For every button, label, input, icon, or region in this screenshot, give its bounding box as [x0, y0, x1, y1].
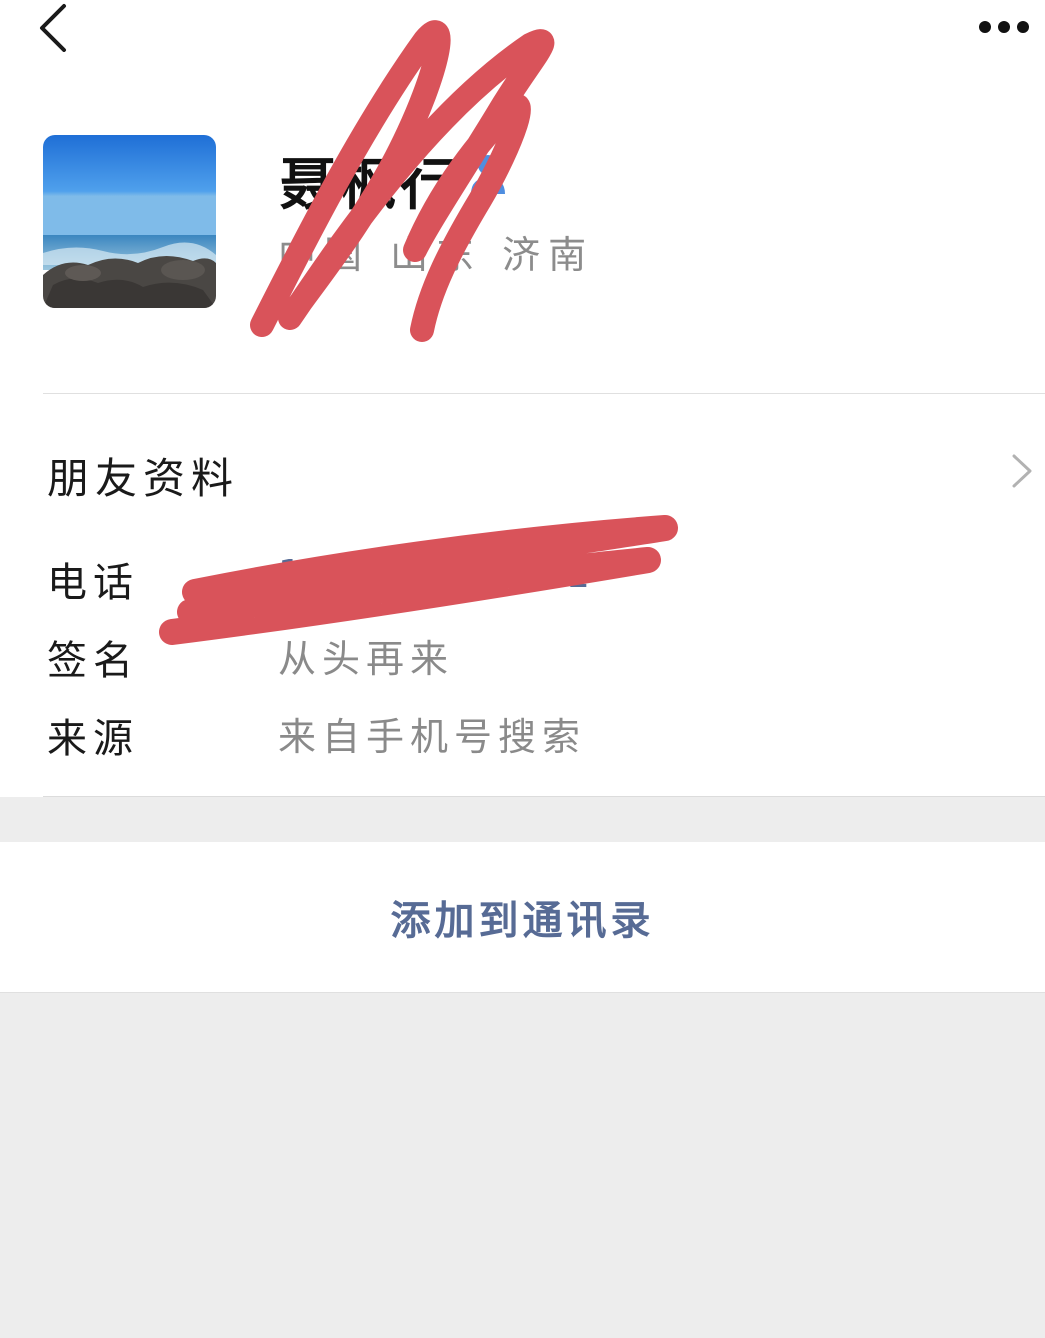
source-value: 来自手机号搜索 [278, 715, 587, 759]
avatar[interactable] [43, 135, 216, 308]
divider [43, 393, 1045, 394]
profile-panel: 聂枫行 中国 山东 济南 朋友资料 电话 17••••••••1 签名 从头再来… [0, 0, 1045, 797]
more-dots-icon [979, 21, 1029, 33]
chevron-right-icon[interactable] [1006, 450, 1036, 492]
more-button[interactable] [972, 10, 1036, 46]
divider [43, 796, 1045, 797]
add-to-contacts-button[interactable]: 添加到通讯录 [0, 842, 1045, 992]
back-button[interactable] [28, 2, 78, 52]
phone-value[interactable]: 17••••••••1 [278, 552, 596, 596]
add-contact-bar: 添加到通讯录 [0, 842, 1045, 993]
source-label: 来源 [47, 716, 139, 762]
phone-label: 电话 [47, 560, 139, 606]
signature-label: 签名 [47, 638, 139, 684]
friend-info-title[interactable]: 朋友资料 [47, 445, 239, 506]
contact-name: 聂枫行 [280, 153, 460, 218]
avatar-image [43, 135, 216, 308]
back-arrow-icon [40, 4, 66, 52]
signature-value: 从头再来 [278, 637, 455, 681]
profile-page: 聂枫行 中国 山东 济南 朋友资料 电话 17••••••••1 签名 从头再来… [0, 0, 1045, 1338]
contact-region: 中国 山东 济南 [278, 233, 595, 277]
male-gender-icon [465, 150, 511, 196]
